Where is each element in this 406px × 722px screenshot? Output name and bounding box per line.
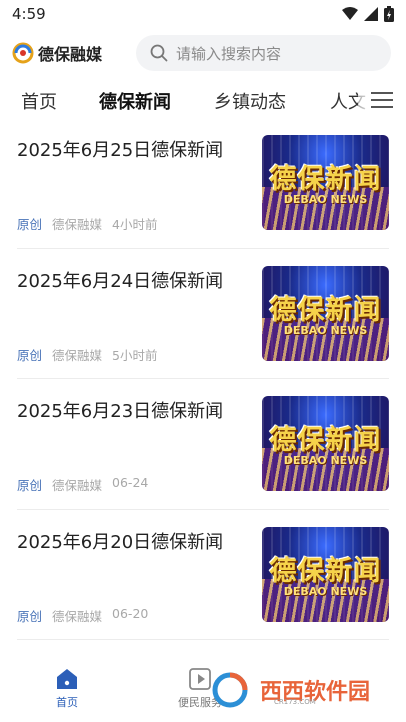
battery-icon xyxy=(384,6,394,22)
thumbnail-subtitle: DEBAO NEWS xyxy=(283,323,368,337)
news-meta: 原创 德保融媒 5小时前 xyxy=(17,345,157,364)
news-thumbnail: 德保新闻 DEBAO NEWS xyxy=(262,396,389,491)
news-item[interactable]: 2025年6月23日德保新闻 原创 德保融媒 06-24 德保新闻 DEBAO … xyxy=(17,379,389,510)
news-title: 2025年6月25日德保新闻 xyxy=(17,140,224,161)
status-bar: 4:59 xyxy=(0,0,406,28)
news-source: 德保融媒 xyxy=(52,347,103,363)
news-meta: 原创 德保融媒 4小时前 xyxy=(17,214,157,233)
thumbnail-subtitle: DEBAO NEWS xyxy=(283,454,368,467)
news-time: 4小时前 xyxy=(112,217,158,232)
news-title: 2025年6月24日德保新闻 xyxy=(17,270,224,292)
watermark-sub: CR173.COM xyxy=(274,698,316,706)
tab-debao-news[interactable]: 德保新闻 xyxy=(99,88,171,114)
thumbnail-title: 德保新闻 xyxy=(269,555,382,587)
search-icon xyxy=(150,44,168,62)
app-logo: 德保融媒 xyxy=(12,41,132,65)
app-header: 德保融媒 请输入搜索内容 xyxy=(0,30,406,76)
thumbnail-subtitle: DEBAO NEWS xyxy=(283,193,368,206)
news-meta: 原创 德保融媒 06-20 xyxy=(17,606,148,625)
tab-town-news[interactable]: 乡镇动态 xyxy=(214,88,286,114)
thumbnail-subtitle: DEBAO NEWS xyxy=(283,584,368,598)
tabbar-home-label: 首页 xyxy=(56,696,78,709)
news-meta: 原创 德保融媒 06-24 xyxy=(17,475,148,494)
signal-icon xyxy=(364,7,378,21)
category-tabs: 首页 德保新闻 乡镇动态 人文 xyxy=(0,80,406,120)
news-item[interactable]: 2025年6月24日德保新闻 原创 德保融媒 5小时前 德保新闻 DEBAO N… xyxy=(17,249,389,379)
search-placeholder: 请输入搜索内容 xyxy=(176,44,282,63)
original-tag: 原创 xyxy=(17,478,43,493)
tab-menu-button[interactable] xyxy=(358,80,406,120)
play-icon xyxy=(189,668,211,690)
thumbnail-title: 德保新闻 xyxy=(269,294,382,326)
news-time: 06-20 xyxy=(112,605,149,621)
news-source: 德保融媒 xyxy=(52,608,103,624)
news-time: 5小时前 xyxy=(112,347,158,363)
watermark-logo-icon xyxy=(212,672,248,708)
thumbnail-title: 德保新闻 xyxy=(269,425,382,456)
logo-icon xyxy=(12,42,34,64)
original-tag: 原创 xyxy=(17,608,43,624)
home-icon xyxy=(57,669,77,689)
news-thumbnail: 德保新闻 DEBAO NEWS xyxy=(262,135,389,230)
original-tag: 原创 xyxy=(17,217,43,232)
news-source: 德保融媒 xyxy=(52,217,103,232)
tabbar-home[interactable]: 首页 xyxy=(27,664,107,710)
news-feed: 2025年6月25日德保新闻 原创 德保融媒 4小时前 德保新闻 DEBAO N… xyxy=(0,118,406,640)
news-item[interactable]: 2025年6月25日德保新闻 原创 德保融媒 4小时前 德保新闻 DEBAO N… xyxy=(17,118,389,249)
search-input[interactable]: 请输入搜索内容 xyxy=(136,35,391,71)
news-title: 2025年6月20日德保新闻 xyxy=(17,531,224,553)
tab-home[interactable]: 首页 xyxy=(21,88,57,114)
status-icons xyxy=(342,6,394,22)
news-source: 德保融媒 xyxy=(52,478,103,493)
news-thumbnail: 德保新闻 DEBAO NEWS xyxy=(262,265,389,361)
news-title: 2025年6月23日德保新闻 xyxy=(17,401,224,422)
news-thumbnail: 德保新闻 DEBAO NEWS xyxy=(262,526,389,622)
original-tag: 原创 xyxy=(17,347,43,363)
logo-text: 德保融媒 xyxy=(38,45,103,64)
thumbnail-title: 德保新闻 xyxy=(269,164,382,195)
site-watermark: 西西软件园 CR173.COM xyxy=(212,668,392,712)
news-time: 06-24 xyxy=(112,475,149,490)
news-item[interactable]: 2025年6月20日德保新闻 原创 德保融媒 06-20 德保新闻 DEBAO … xyxy=(17,510,389,640)
menu-icon xyxy=(371,87,393,113)
wifi-icon xyxy=(342,7,358,20)
status-time: 4:59 xyxy=(12,5,46,23)
